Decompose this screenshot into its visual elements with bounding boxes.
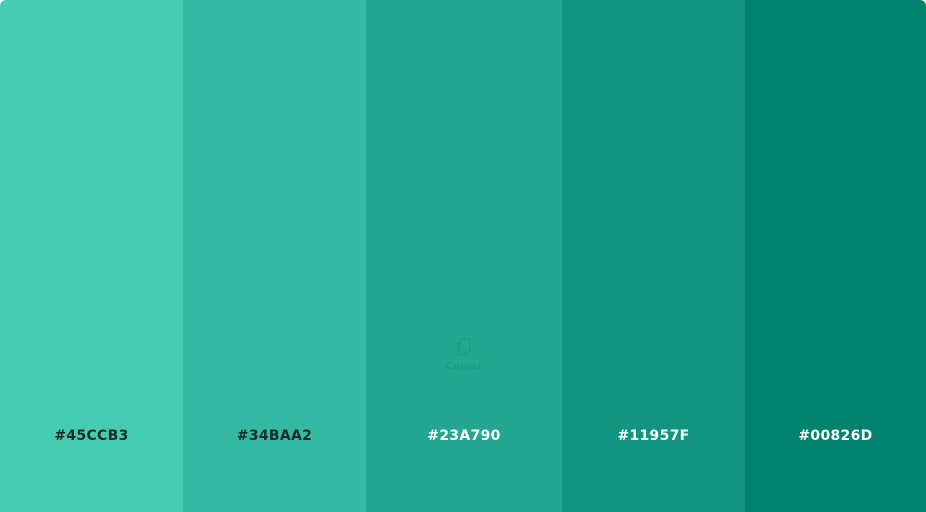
swatch-3[interactable]: Copiar #23A790 [366, 0, 562, 512]
copy-hint[interactable]: Copiar [366, 338, 562, 372]
swatch-2[interactable]: #34BAA2 [183, 0, 366, 512]
swatch-1[interactable]: #45CCB3 [0, 0, 183, 512]
swatch-hex-label: #45CCB3 [54, 428, 129, 444]
swatch-hex-label: #11957F [617, 428, 690, 444]
swatch-hex-label: #23A790 [427, 428, 501, 444]
swatch-hex-label: #00826D [798, 428, 873, 444]
copy-label: Copiar [445, 361, 483, 372]
color-palette: #45CCB3 #34BAA2 Copiar #23A790 #11957F #… [0, 0, 926, 512]
swatch-4[interactable]: #11957F [562, 0, 745, 512]
clipboard-icon [457, 338, 471, 356]
swatch-5[interactable]: #00826D [745, 0, 926, 512]
swatch-hex-label: #34BAA2 [236, 428, 313, 444]
